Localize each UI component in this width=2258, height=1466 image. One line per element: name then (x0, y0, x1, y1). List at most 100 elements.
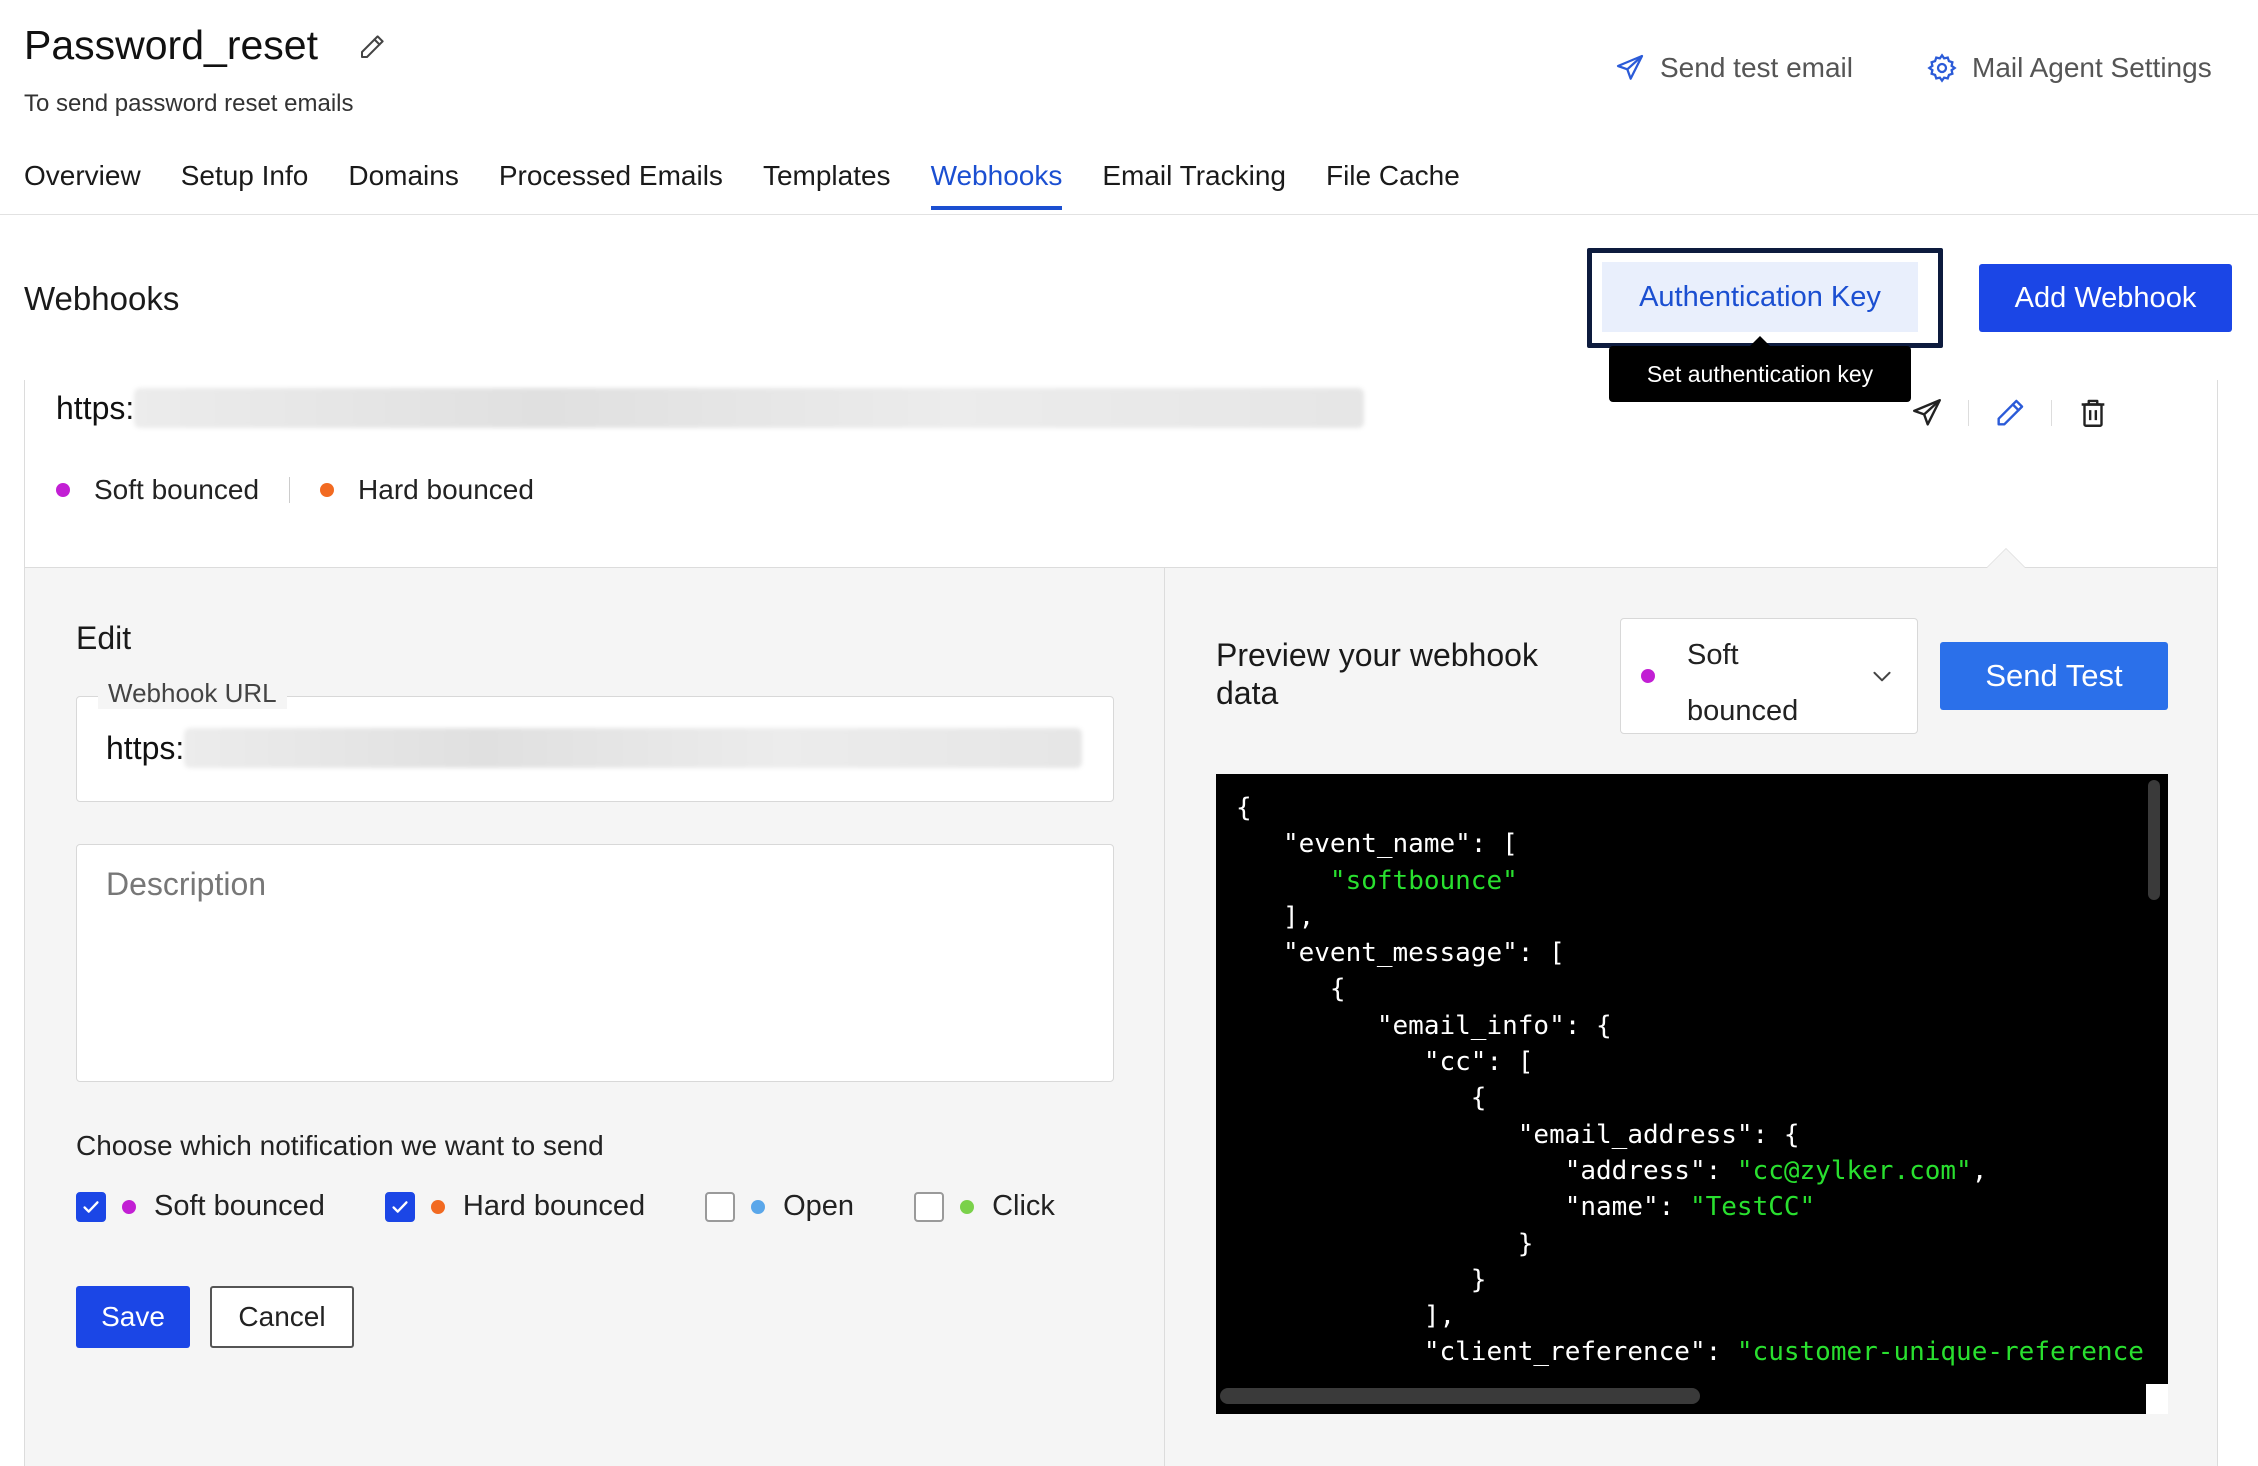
checkbox-hard-bounced[interactable] (384, 1191, 415, 1222)
check-icon (83, 1200, 99, 1213)
code-string: "softbounce" (1329, 865, 1518, 896)
action-separator (2051, 400, 2052, 426)
webhook-url-input-prefix: https: (106, 729, 185, 766)
option-open[interactable]: Open (705, 1190, 854, 1223)
webhook-event-tags: Soft bounced Hard bounced (56, 474, 534, 506)
scrollbar-corner (2146, 1384, 2168, 1414)
code-text: "name": (1236, 1192, 1690, 1223)
mail-agent-settings-link[interactable]: Mail Agent Settings (1926, 52, 2212, 84)
pencil-icon[interactable] (357, 32, 387, 62)
code-text: } (1236, 1228, 1534, 1259)
send-test-email-link[interactable]: Send test email (1614, 52, 1853, 84)
code-text: { (1236, 1083, 1487, 1114)
webhook-json-preview[interactable]: { "event_name": [ "softbounce" ], "event… (1216, 774, 2168, 1414)
option-soft-bounced[interactable]: Soft bounced (76, 1190, 325, 1223)
code-text: , (1971, 1155, 1988, 1186)
redacted-url (134, 388, 1365, 428)
code-text: "email_info": { (1236, 1010, 1612, 1041)
check-icon (392, 1200, 408, 1213)
code-text: ], (1236, 901, 1315, 932)
open-dot (751, 1199, 766, 1214)
code-line: "event_message": [ (1236, 935, 2144, 971)
send-test-email-label: Send test email (1660, 52, 1853, 83)
tab-templates[interactable]: Templates (763, 160, 891, 210)
tag-hard-bounced: Hard bounced (358, 474, 534, 505)
panel-divider (1164, 567, 1165, 1466)
event-select-value: Soft bounced (1687, 639, 1799, 727)
code-line: { (1236, 1080, 2144, 1116)
edit-title: Edit (76, 620, 132, 656)
code-line: { (1236, 971, 2144, 1007)
tab-email-tracking[interactable]: Email Tracking (1102, 160, 1286, 210)
hard-bounce-dot (320, 483, 335, 497)
tab-file-cache[interactable]: File Cache (1326, 160, 1460, 210)
code-line: { (1236, 790, 2144, 826)
checkbox-click[interactable] (914, 1191, 945, 1222)
code-line: ], (1236, 1298, 2144, 1334)
code-line: } (1236, 1226, 2144, 1262)
chevron-down-icon (1873, 671, 1891, 682)
vertical-scrollbar[interactable] (2148, 780, 2160, 900)
checkbox-open[interactable] (705, 1191, 736, 1222)
code-text: { (1236, 793, 1252, 823)
add-webhook-button[interactable]: Add Webhook (1979, 264, 2232, 332)
code-line: ], (1236, 899, 2144, 935)
send-test-button[interactable]: Send Test (1940, 642, 2168, 710)
cancel-button[interactable]: Cancel (210, 1286, 354, 1348)
webhook-url-label: Webhook URL (98, 678, 287, 709)
code-text: "address": (1236, 1155, 1737, 1186)
code-line: "email_address": { (1236, 1117, 2144, 1153)
click-dot (960, 1199, 975, 1214)
paper-plane-icon[interactable] (1910, 396, 1944, 430)
section-title: Webhooks (24, 280, 180, 317)
tab-processed-emails[interactable]: Processed Emails (499, 160, 723, 210)
redacted-url (184, 728, 1083, 768)
code-line: "event_name": [ (1236, 826, 2144, 862)
code-text: "email_address": { (1236, 1119, 1800, 1150)
tag-separator (289, 477, 291, 503)
soft-bounce-dot (122, 1199, 136, 1214)
checkbox-soft-bounced[interactable] (76, 1191, 106, 1222)
option-hard-bounced[interactable]: Hard bounced (384, 1190, 646, 1223)
tab-domains[interactable]: Domains (348, 160, 458, 210)
code-line: "name": "TestCC" (1236, 1189, 2144, 1225)
page-subtitle: To send password reset emails (24, 90, 354, 117)
code-text: "cc": [ (1236, 1047, 1534, 1078)
option-hard-bounced-label: Hard bounced (462, 1190, 646, 1222)
code-line: "cc": [ (1236, 1044, 2144, 1080)
webhook-url: https: (56, 388, 1365, 428)
webhook-url-value[interactable]: https: (106, 728, 1083, 768)
notification-options: Soft bounced Hard bounced Open Click (76, 1190, 1115, 1223)
option-click-label: Click (992, 1190, 1055, 1222)
code-string: "cc@zylker.com" (1736, 1155, 1972, 1186)
authentication-key-button[interactable]: Authentication Key (1602, 262, 1918, 332)
horizontal-scrollbar[interactable] (1220, 1388, 1700, 1404)
webhook-actions (1910, 396, 2110, 430)
tag-soft-bounced: Soft bounced (94, 474, 260, 505)
panel-pointer (1986, 548, 2026, 568)
event-select[interactable]: Soft bounced (1620, 618, 1918, 734)
preview-title: Preview your webhook data (1216, 637, 1538, 711)
option-click[interactable]: Click (914, 1190, 1055, 1223)
paper-plane-icon (1616, 54, 1644, 80)
soft-bounce-dot (1641, 669, 1655, 683)
hard-bounce-dot (430, 1199, 445, 1214)
tab-overview[interactable]: Overview (24, 160, 141, 210)
code-text: { (1236, 974, 1346, 1005)
code-text: } (1236, 1264, 1487, 1295)
gear-icon (1927, 53, 1957, 83)
save-button[interactable]: Save (76, 1286, 190, 1348)
code-text: "event_name": [ (1236, 829, 1518, 860)
code-line: } (1236, 1262, 2144, 1298)
code-line: "address": "cc@zylker.com", (1236, 1153, 2144, 1189)
pencil-icon[interactable] (1993, 396, 2027, 430)
page-title: Password_reset (24, 22, 318, 68)
option-soft-bounced-label: Soft bounced (154, 1190, 325, 1222)
tab-setup-info[interactable]: Setup Info (181, 160, 309, 210)
code-text: "client_reference": (1236, 1337, 1737, 1368)
trash-icon[interactable] (2076, 396, 2110, 430)
tab-webhooks[interactable]: Webhooks (930, 160, 1062, 210)
json-code: { "event_name": [ "softbounce" ], "event… (1236, 790, 2144, 1371)
soft-bounce-dot (56, 483, 70, 497)
code-string: "customer-unique-reference (1736, 1337, 2144, 1368)
